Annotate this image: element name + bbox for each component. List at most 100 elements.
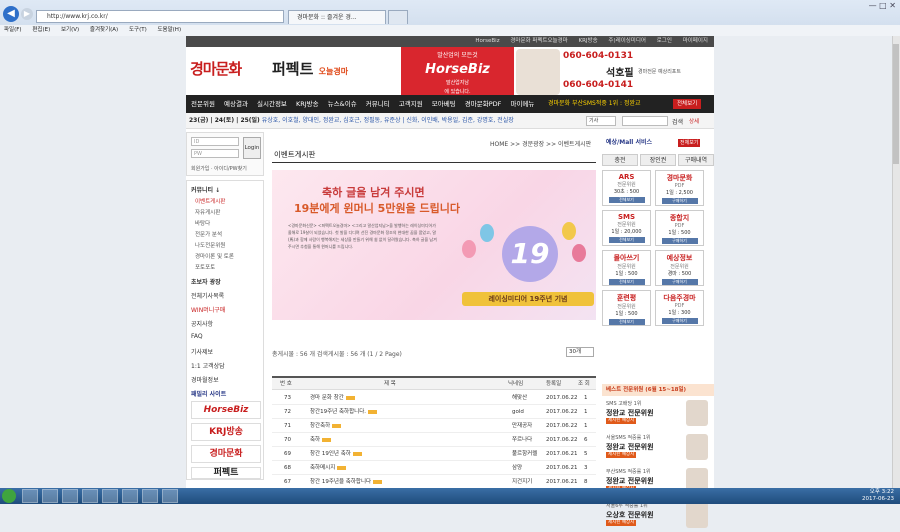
table-row[interactable]: 73 경마 문화 창간 해맞산 2017.06.22 1 xyxy=(272,391,596,405)
best-name[interactable]: 정완교 전문위원 xyxy=(606,408,654,418)
menu-faq[interactable]: FAQ xyxy=(191,333,203,340)
row-nick[interactable]: 지건지기 xyxy=(512,475,532,489)
taskbar-ie-icon[interactable] xyxy=(22,489,38,503)
nav-krj[interactable]: KRJ방송 xyxy=(296,100,319,108)
best-expert-item[interactable]: 서울6두 적중률 1위 오상호 전문위원 제시된 예상지 xyxy=(604,500,712,532)
menu-report[interactable]: 기사제보 xyxy=(191,347,213,356)
taskbar-app-icon[interactable] xyxy=(122,489,138,503)
family-krj[interactable]: KRJ방송 xyxy=(191,423,261,441)
view-all-button[interactable]: 전체보기 xyxy=(673,99,702,109)
row-title-text[interactable]: 창간 19주년을 축하합니다 xyxy=(310,479,371,485)
menu-edit[interactable]: 편집(E) xyxy=(32,27,50,33)
nav-experts[interactable]: 전문위원 xyxy=(191,100,215,108)
search-button[interactable]: 검색 xyxy=(672,117,683,126)
expert-names[interactable]: 유상호, 이호철, 양대인, 정완교, 심호근, 정필동, 유준상 | 신화, … xyxy=(262,117,514,124)
scrollbar-thumb[interactable] xyxy=(893,44,899,164)
card-button[interactable]: 전체보기 xyxy=(608,319,645,325)
topnav-login[interactable]: 로그인 xyxy=(657,38,672,44)
table-row[interactable]: 70 축하 쭈르나다 2017.06.22 6 xyxy=(272,433,596,447)
best-name[interactable]: 오상호 전문위원 xyxy=(606,510,654,520)
nav-betting[interactable]: 모아베팅 xyxy=(432,100,456,108)
best-name[interactable]: 정완교 전문위원 xyxy=(606,476,654,486)
menu-consult[interactable]: 1:1 고객상담 xyxy=(191,361,225,370)
menu-theory[interactable]: 경마이론 및 토론 xyxy=(195,252,234,260)
nav-realtime[interactable]: 실시간정보 xyxy=(257,100,287,108)
menu-favorites[interactable]: 즐겨찾기(A) xyxy=(90,27,118,33)
login-button[interactable]: Login xyxy=(243,137,261,159)
taskbar-app-icon[interactable] xyxy=(142,489,158,503)
system-clock[interactable]: 오후 3:22 2017-06-23 xyxy=(862,489,894,503)
row-nick[interactable]: 해맞산 xyxy=(512,391,527,405)
family-perfect[interactable]: 퍼펙트 xyxy=(191,467,261,479)
nav-support[interactable]: 고객지원 xyxy=(399,100,423,108)
row-title[interactable]: 축하메시지 xyxy=(310,461,347,475)
password-field[interactable]: PW xyxy=(191,149,239,158)
rows-per-page-select[interactable]: 30개 xyxy=(566,347,594,357)
row-title-text[interactable]: 축하 xyxy=(310,437,320,443)
search-category-select[interactable]: 기사 xyxy=(586,116,616,126)
start-button[interactable] xyxy=(2,489,16,503)
table-row[interactable]: 68 축하메시지 삼양 2017.06.21 3 xyxy=(272,461,596,475)
site-logo[interactable]: 경마문화 xyxy=(190,58,242,79)
card-button[interactable]: 전체보기 xyxy=(608,197,645,203)
best-button[interactable]: 제시된 예상지 xyxy=(606,418,637,424)
row-title-text[interactable]: 창간 19인년 축하 xyxy=(310,451,351,457)
card-button[interactable]: 구매하기 xyxy=(661,318,698,324)
search-input[interactable] xyxy=(622,116,668,126)
taskbar-media-icon[interactable] xyxy=(62,489,78,503)
tab-coupon[interactable]: 장인권 xyxy=(640,154,676,166)
menu-badanda[interactable]: 바탕다 xyxy=(195,219,210,227)
menu-view[interactable]: 보기(V) xyxy=(61,27,79,33)
row-title-text[interactable]: 창간19주년 축하합니다. xyxy=(310,409,366,415)
service-card[interactable]: 경마문화 PDF 1일 : 2,500 구매하기 xyxy=(655,170,704,206)
row-nick[interactable]: 쭈르나다 xyxy=(512,433,532,447)
row-nick[interactable]: 만재공자 xyxy=(512,419,532,433)
table-row[interactable]: 72 창간19주년 축하합니다. gold 2017.06.22 1 xyxy=(272,405,596,419)
taskbar-app-icon[interactable] xyxy=(102,489,118,503)
menu-me-expert[interactable]: 나도전문위원 xyxy=(195,241,225,249)
service-card[interactable]: ARS 전문위원 30초 : 500 전체보기 xyxy=(602,170,651,206)
table-row[interactable]: 69 창간 19인년 축하 풀르항커렐 2017.06.21 5 xyxy=(272,447,596,461)
row-title[interactable]: 창간19주년 축하합니다. xyxy=(310,405,378,419)
best-button[interactable]: 제시된 예상지 xyxy=(606,520,637,526)
topnav-racingmedia[interactable]: 주)레이싱미디어 xyxy=(608,38,646,44)
menu-tools[interactable]: 도구(T) xyxy=(129,27,147,33)
taskbar-app-icon[interactable] xyxy=(82,489,98,503)
nav-mymenu[interactable]: 마이메뉴 xyxy=(510,100,534,108)
service-card[interactable]: 훈련평 전문위원 1일 : 500 전체보기 xyxy=(602,290,651,326)
row-title[interactable]: 경마 문화 창간 xyxy=(310,391,355,405)
row-title-text[interactable]: 경마 문화 창간 xyxy=(310,395,344,401)
id-field[interactable]: ID xyxy=(191,137,239,146)
row-title[interactable]: 창간 19인년 축하 xyxy=(310,447,362,461)
row-title-text[interactable]: 창간축하 xyxy=(310,423,330,429)
service-card[interactable]: 다음주경마 PDF 1일 : 300 구매하기 xyxy=(655,290,704,326)
table-row[interactable]: 67 창간 19주년을 축하합니다 지건지기 2017.06.21 8 xyxy=(272,475,596,489)
card-button[interactable]: 구매하기 xyxy=(661,279,698,285)
topnav-perfect[interactable]: 경마문화 퍼펙트오늘경마 xyxy=(510,38,567,44)
taskbar-app-icon[interactable] xyxy=(162,489,178,503)
service-view-all[interactable]: 전체보기 xyxy=(678,139,701,147)
row-nick[interactable]: 삼양 xyxy=(512,461,522,475)
nav-results[interactable]: 예상결과 xyxy=(224,100,248,108)
best-name[interactable]: 정완교 전문위원 xyxy=(606,442,654,452)
card-button[interactable]: 구매하기 xyxy=(661,198,698,204)
nav-promo[interactable]: 경마문화 부산SMS적중 1위 : 정완교 xyxy=(548,95,641,113)
address-bar[interactable]: http://www.krj.co.kr/ xyxy=(36,10,284,23)
menu-expert-analysis[interactable]: 전문가 분석 xyxy=(195,230,222,238)
card-button[interactable]: 구매하기 xyxy=(661,238,698,244)
nav-news[interactable]: 뉴스&이슈 xyxy=(328,100,357,108)
topnav-krj[interactable]: KRJ방송 xyxy=(579,38,598,44)
menu-notice[interactable]: 공지사항 xyxy=(191,319,213,328)
service-card[interactable]: 종합지 PDF 1일 : 500 구매하기 xyxy=(655,210,704,246)
card-button[interactable]: 전체보기 xyxy=(608,237,645,243)
menu-free-board[interactable]: 자유게시판 xyxy=(195,208,220,216)
horsebiz-banner[interactable]: 말산업의 모든것 HorseBiz 말산업지남 에 있습니다. xyxy=(401,47,514,95)
card-button[interactable]: 전체보기 xyxy=(608,279,645,285)
tab-history[interactable]: 구매내역 xyxy=(678,154,714,166)
join-links[interactable]: 회원가입 · 아이디/PW찾기 xyxy=(191,165,247,172)
menu-win-money[interactable]: WIN머니구매 xyxy=(191,305,225,314)
best-button[interactable]: 제시된 예상지 xyxy=(606,452,637,458)
window-controls[interactable]: — □ ✕ xyxy=(869,1,896,10)
row-title[interactable]: 창간 19주년을 축하합니다 xyxy=(310,475,383,489)
browser-tab[interactable]: 경마문화 :: 즐겨운 경... xyxy=(288,10,386,24)
